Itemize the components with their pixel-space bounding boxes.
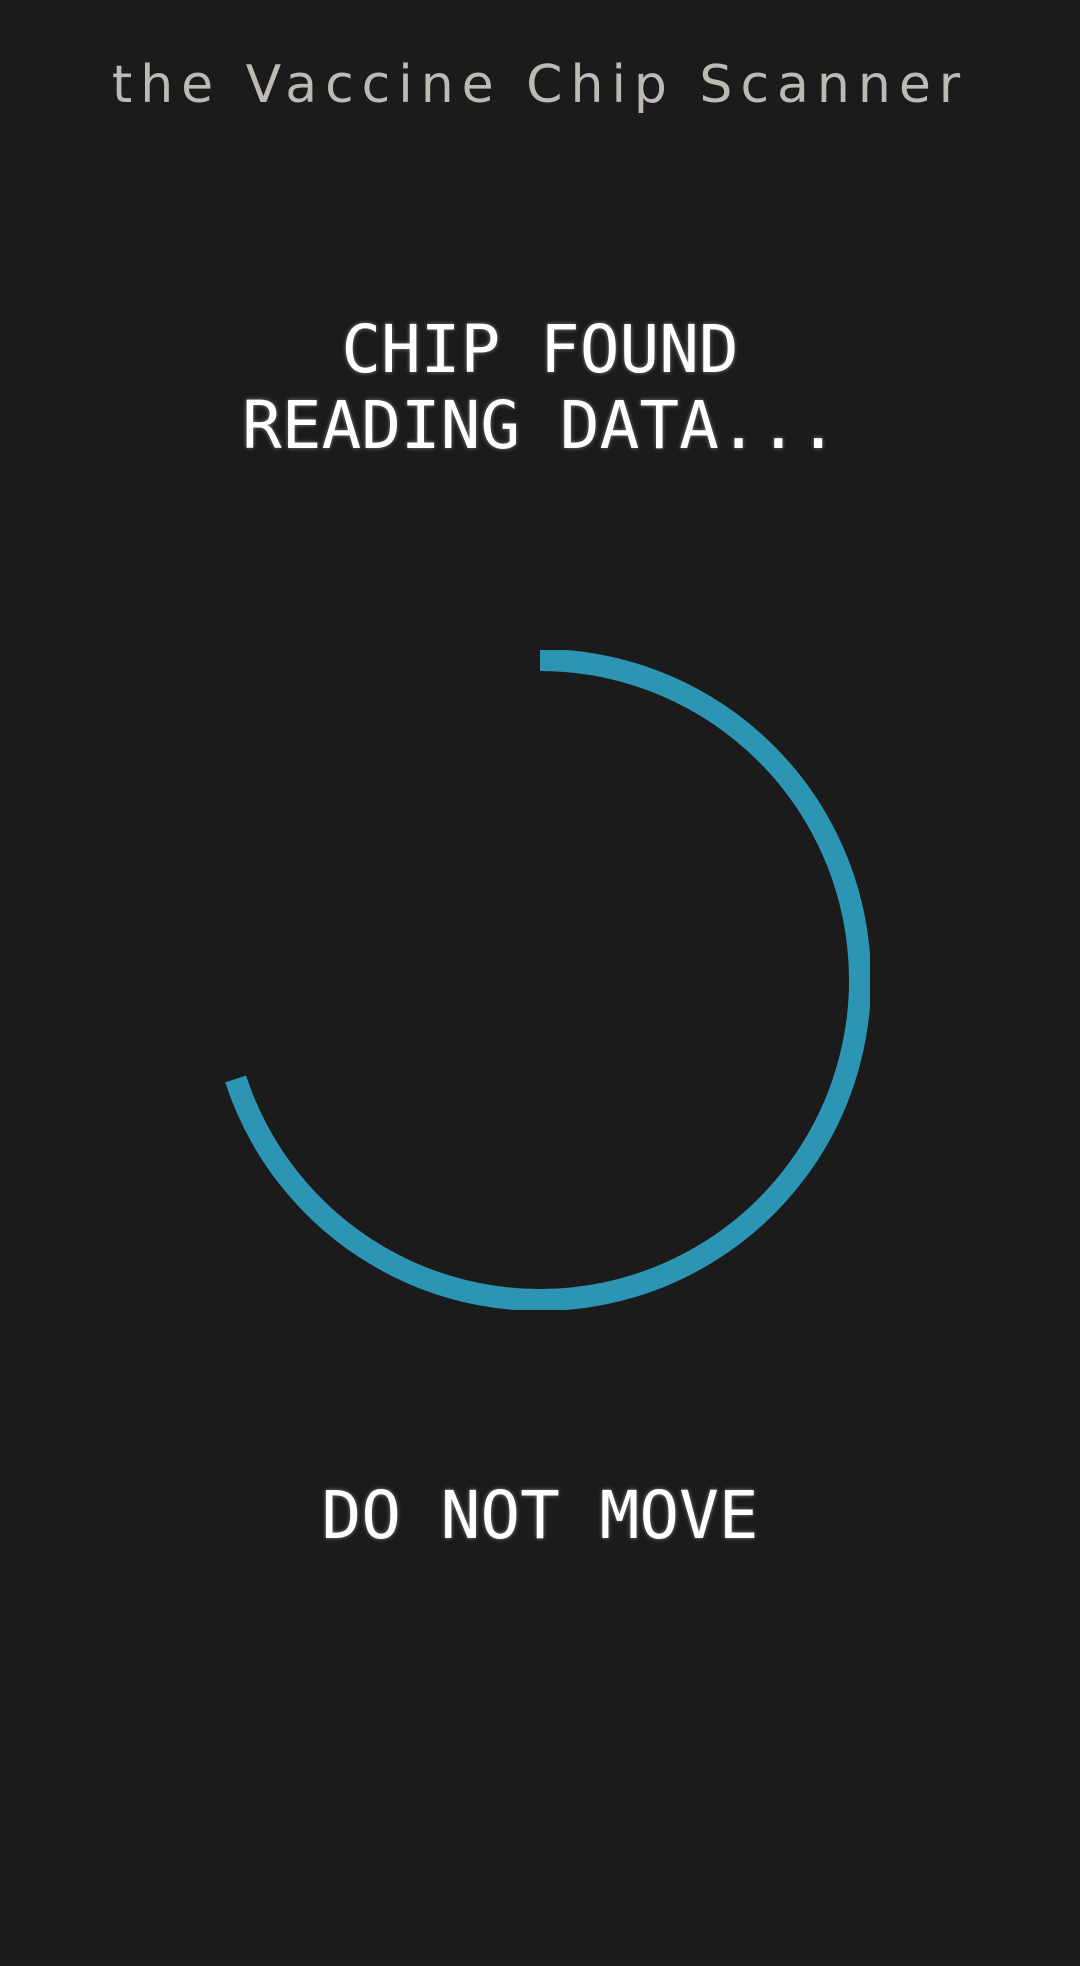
- app-title: the Vaccine Chip Scanner: [111, 55, 969, 115]
- status-line-chip-found: CHIP FOUND: [341, 311, 739, 388]
- progress-ring-svg: [225, 650, 870, 1310]
- status-line-reading-data: READING DATA...: [241, 387, 839, 464]
- progress-arc: [225, 650, 870, 1310]
- scan-progress-ring: [210, 650, 870, 1310]
- do-not-move-warning: DO NOT MOVE: [321, 1477, 759, 1554]
- scan-status: CHIP FOUND READING DATA...: [0, 312, 1080, 464]
